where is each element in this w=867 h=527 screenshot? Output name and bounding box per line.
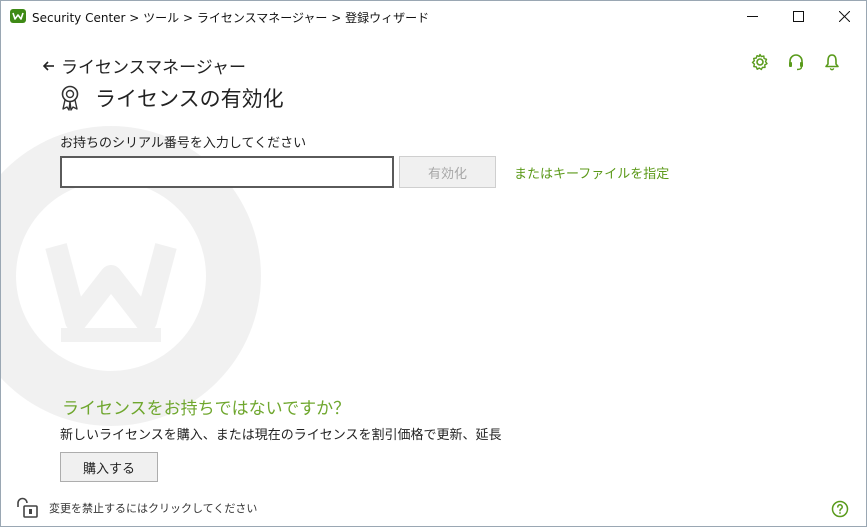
close-button[interactable] xyxy=(821,1,866,32)
no-license-description: 新しいライセンスを購入、または現在のライセンスを割引価格で更新、延長 xyxy=(60,428,502,443)
serial-number-input[interactable] xyxy=(60,156,394,188)
page-title: ライセンスの有効化 xyxy=(95,87,284,111)
window-title: Security Center > ツール > ライセンスマネージャー > 登録… xyxy=(32,11,430,25)
buy-button[interactable]: 購入する xyxy=(60,452,158,482)
header-toolbar xyxy=(751,53,841,71)
no-license-heading: ライセンスをお持ちではないですか？ xyxy=(62,399,351,419)
minimize-icon xyxy=(746,16,758,17)
settings-gear-icon[interactable] xyxy=(751,53,769,71)
serial-number-label: お持ちのシリアル番号を入力してください xyxy=(60,136,307,151)
title-bar: Security Center > ツール > ライセンスマネージャー > 登録… xyxy=(1,1,866,32)
unlocked-padlock-icon xyxy=(17,497,38,518)
lock-changes-toggle[interactable]: 変更を禁止するにはクリックしてください xyxy=(15,497,257,519)
maximize-button[interactable] xyxy=(775,1,821,32)
page-title-group: ライセンスの有効化 xyxy=(59,83,284,113)
headset-support-icon[interactable] xyxy=(787,53,805,71)
app-logo-icon xyxy=(10,9,26,23)
help-question-icon[interactable] xyxy=(831,500,849,518)
arrow-left-icon xyxy=(43,60,54,71)
minimize-button[interactable] xyxy=(729,1,775,32)
back-link-label: ライセンスマネージャー xyxy=(61,58,246,78)
activate-button[interactable]: 有効化 xyxy=(399,156,496,188)
main-window: Security Center > ツール > ライセンスマネージャー > 登録… xyxy=(0,0,867,527)
close-icon xyxy=(838,11,850,22)
back-link[interactable]: ライセンスマネージャー xyxy=(43,53,246,78)
bell-icon[interactable] xyxy=(823,53,841,71)
key-file-link[interactable]: またはキーファイルを指定 xyxy=(514,163,669,182)
lock-changes-label: 変更を禁止するにはクリックしてください xyxy=(49,502,258,515)
award-ribbon-icon xyxy=(61,85,79,111)
maximize-icon xyxy=(792,11,804,22)
